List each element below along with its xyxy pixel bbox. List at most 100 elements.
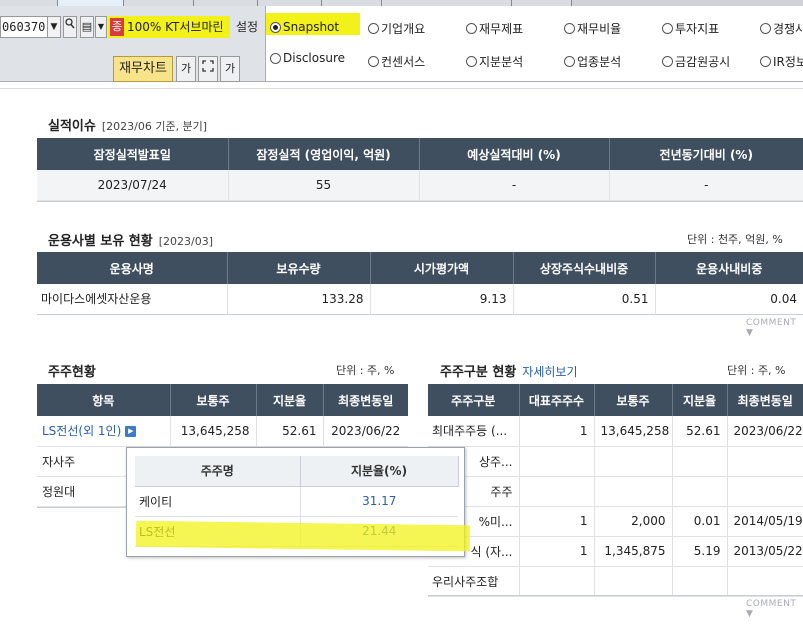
radio-investment-indicators[interactable]: 투자지표 [662, 20, 719, 37]
table-header-row: 주주명 지분율(%) [135, 456, 459, 487]
divider [37, 314, 803, 315]
table-cell [519, 476, 595, 507]
table-cell: 9.13 [370, 284, 514, 315]
font-smaller-button[interactable]: 가 [220, 56, 240, 82]
radio-disclosure[interactable]: Disclosure [270, 51, 345, 65]
table-cell [727, 446, 803, 477]
table-cell: 1 [519, 536, 595, 567]
section-subtitle: [2023/03] [158, 235, 214, 248]
table-row: 우리사주조합 [428, 566, 803, 597]
table-header-row: 잠정실적발표일 잠정실적 (영업이익, 억원) 예상실적대비 (%) 전년동기대… [37, 138, 803, 170]
financial-chart-button[interactable]: 재무차트 [113, 56, 173, 82]
table-header-row: 주주구분 대표주주수 보통주 지분율 최종변동일 [428, 384, 803, 416]
radio-icon [466, 56, 477, 67]
radio-icon [368, 23, 379, 34]
column-header: 보통주 [170, 384, 257, 416]
fullscreen-icon[interactable] [198, 56, 218, 82]
radio-icon [760, 56, 771, 67]
table-cell [672, 476, 728, 507]
table-cell: 133.28 [227, 284, 371, 315]
comment-toggle[interactable]: COMMENT ▼ [746, 599, 803, 619]
radio-icon [760, 23, 771, 34]
table-cell: 0.01 [672, 506, 728, 537]
table-cell [519, 566, 595, 597]
table-cell: 2,000 [594, 506, 673, 537]
column-header: 최종변동일 [323, 384, 408, 416]
column-header: 상장주식수내비중 [513, 252, 656, 284]
radio-ir-info[interactable]: IR정보 [760, 53, 803, 70]
comment-toggle[interactable]: COMMENT ▼ [746, 318, 803, 338]
search-icon[interactable] [63, 16, 77, 38]
radio-competitors[interactable]: 경쟁사 [760, 20, 803, 37]
holder-types-table: 주주구분 대표주주수 보통주 지분율 최종변동일 최대주주등 (... 1 13… [428, 384, 803, 597]
divider [428, 595, 803, 596]
table-cell: - [419, 170, 610, 201]
table-row: LS전선(외 1인) ▶ 13,645,258 52.61 2023/06/22 [37, 416, 408, 447]
radio-icon [270, 52, 281, 64]
column-header: 전년동기대비 (%) [609, 138, 803, 170]
table-cell: 2013/05/22 [727, 536, 803, 567]
table-cell: 2014/05/19 [727, 506, 803, 537]
table-cell: 2023/06/22 [727, 416, 803, 447]
column-header: 운용사명 [37, 252, 228, 284]
table-row: 케이티 31.17 [135, 486, 458, 517]
table-row: 최대주주등 (... 1 13,645,258 52.61 2023/06/22 [428, 416, 803, 447]
font-larger-button[interactable]: 가 [176, 56, 196, 82]
radio-icon [564, 23, 575, 34]
table-cell: 마이다스에셋자산운용 [37, 284, 228, 315]
chevron-down-icon[interactable]: ▼ [47, 16, 61, 38]
column-header: 잠정실적 (영업이익, 억원) [228, 138, 420, 170]
table-cell: 1 [519, 506, 595, 537]
radio-company-overview[interactable]: 기업개요 [368, 20, 425, 37]
earnings-table: 잠정실적발표일 잠정실적 (영업이익, 억원) 예상실적대비 (%) 전년동기대… [37, 138, 803, 201]
table-cell: 5.19 [672, 536, 728, 567]
fund-holdings-section-title: 운용사별 보유 현황 [2023/03] [48, 230, 213, 249]
section-title: 실적이슈 [48, 119, 96, 134]
table-row: 2023/07/24 55 - - [37, 170, 803, 201]
divider [0, 88, 803, 89]
expand-arrow-icon[interactable]: ▶ [125, 426, 137, 438]
radio-fss-disclosure[interactable]: 금감원공시 [662, 53, 730, 70]
column-header: 주주명 [135, 456, 301, 487]
highlight-mark [135, 520, 471, 552]
table-cell: 2023/07/24 [37, 170, 229, 201]
stock-name: 100% KT서브마린 [127, 20, 224, 34]
table-row: 마이다스에셋자산운용 133.28 9.13 0.51 0.04 [37, 284, 803, 315]
radio-icon [564, 56, 575, 67]
radio-ownership-analysis[interactable]: 지분분석 [466, 53, 523, 70]
table-row: 주주 [428, 476, 803, 507]
radio-snapshot[interactable]: Snapshot [270, 20, 339, 34]
radio-industry-analysis[interactable]: 업종분석 [564, 53, 621, 70]
table-cell: 케이티 [135, 486, 301, 517]
radio-icon [662, 23, 673, 34]
shareholder-link[interactable]: LS전선(외 1인) [42, 424, 121, 438]
table-cell [594, 476, 673, 507]
unit-label: 단위 : 주, % [336, 364, 395, 377]
table-cell: 0.51 [513, 284, 656, 315]
stock-toolbar: 060370 ▼ ▤ ▼ 종 100% KT서브마린 설정 재무차트 가 가 [0, 6, 265, 82]
column-header: 대표주주수 [519, 384, 595, 416]
radio-icon [662, 56, 673, 67]
column-header: 운용사내비중 [655, 252, 803, 284]
stock-code-input[interactable]: 060370 [0, 16, 48, 38]
radio-financial-ratios[interactable]: 재무비율 [564, 20, 621, 37]
column-header: 보통주 [594, 384, 673, 416]
market-badge: 종 [110, 18, 124, 36]
table-cell [519, 446, 595, 477]
column-header: 주주구분 [428, 384, 520, 416]
unit-label: 단위 : 천주, 억원, % [687, 233, 783, 246]
radio-icon [368, 56, 379, 67]
table-cell: 2023/06/22 [323, 416, 408, 447]
radio-consensus[interactable]: 컨센서스 [368, 53, 425, 70]
holder-types-section-title: 주주구분 현황 자세히보기 [440, 361, 578, 380]
table-cell: 55 [228, 170, 420, 201]
table-cell: LS전선(외 1인) ▶ [37, 416, 171, 447]
stock-list-icon[interactable]: ▤ [80, 16, 94, 38]
detail-link[interactable]: 자세히보기 [522, 365, 577, 379]
radio-financial-statements[interactable]: 재무제표 [466, 20, 523, 37]
setting-link[interactable]: 설정 [236, 18, 258, 36]
column-header: 시가평가액 [370, 252, 514, 284]
table-cell [727, 476, 803, 507]
chevron-down-icon[interactable]: ▼ [95, 16, 107, 38]
fund-holdings-table: 운용사명 보유수량 시가평가액 상장주식수내비중 운용사내비중 마이다스에셋자산… [37, 252, 803, 315]
